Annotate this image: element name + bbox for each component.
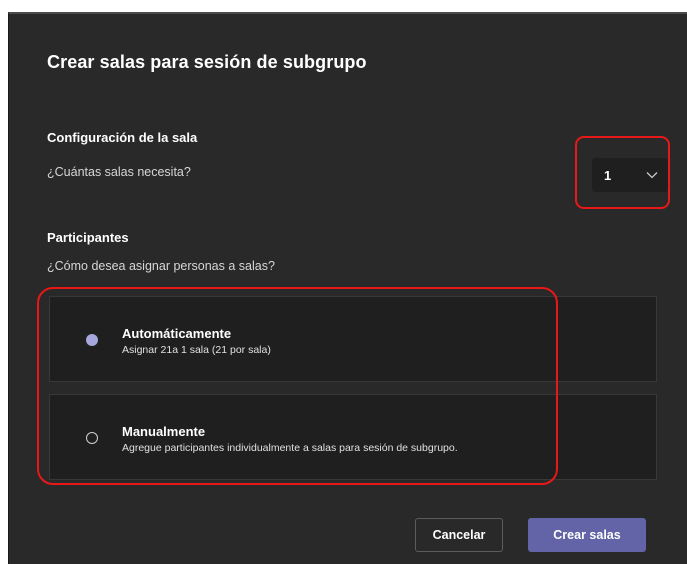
participants-heading: Participantes (47, 230, 129, 245)
room-count-dropdown[interactable]: 1 (592, 158, 668, 192)
cancel-button[interactable]: Cancelar (415, 518, 503, 552)
breakout-rooms-dialog: Crear salas para sesión de subgrupo Conf… (8, 12, 687, 564)
create-rooms-button[interactable]: Crear salas (528, 518, 646, 552)
option-automatic-description: Asignar 21a 1 sala (21 por sala) (122, 344, 271, 356)
assign-question: ¿Cómo desea asignar personas a salas? (47, 259, 275, 273)
radio-manual[interactable] (86, 432, 98, 444)
room-count-question: ¿Cuántas salas necesita? (47, 165, 191, 179)
room-config-heading: Configuración de la sala (47, 130, 198, 145)
option-automatic[interactable]: Automáticamente Asignar 21a 1 sala (21 p… (49, 296, 657, 382)
radio-automatic[interactable] (86, 334, 98, 346)
option-manual[interactable]: Manualmente Agregue participantes indivi… (49, 394, 657, 480)
dialog-title: Crear salas para sesión de subgrupo (47, 52, 367, 72)
option-manual-description: Agregue participantes individualmente a … (122, 442, 458, 454)
option-manual-title: Manualmente (122, 424, 206, 439)
room-count-value: 1 (604, 167, 612, 183)
chevron-down-icon (646, 171, 658, 179)
option-automatic-title: Automáticamente (122, 326, 232, 341)
